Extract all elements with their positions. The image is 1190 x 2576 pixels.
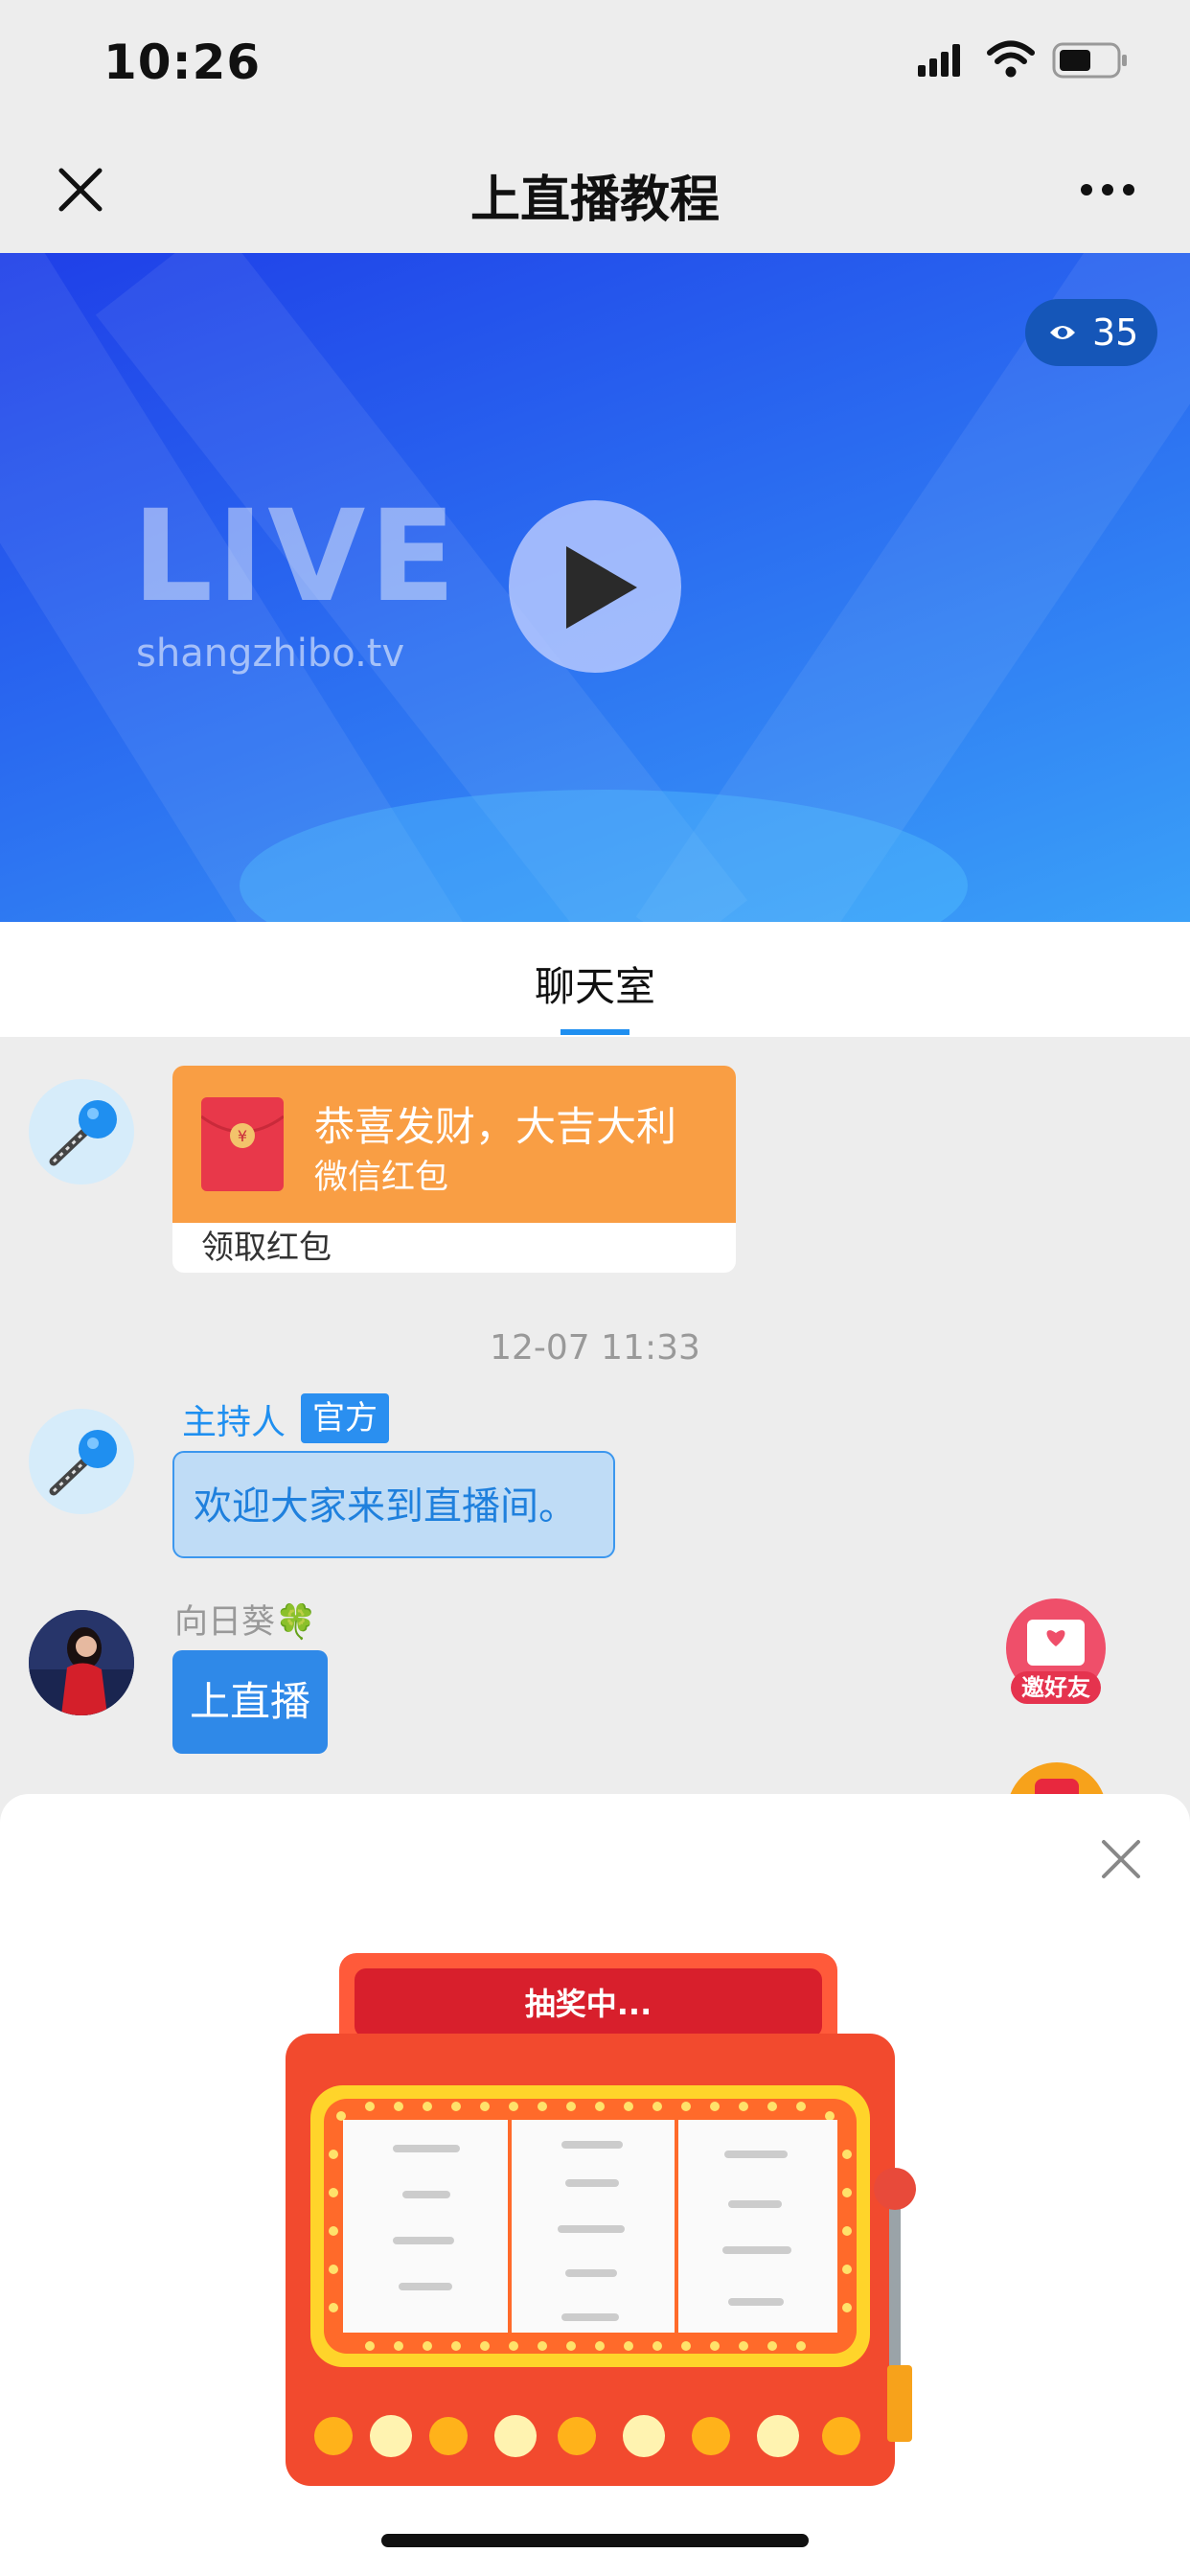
message-bubble: 上直播: [172, 1650, 328, 1754]
tab-chat-room[interactable]: 聊天室: [0, 954, 1190, 1013]
red-packet-message[interactable]: ¥ 恭喜发财，大吉大利 微信红包 领取红包: [172, 1066, 736, 1273]
official-badge: 官方: [301, 1393, 389, 1443]
page-title: 上直播教程: [469, 172, 720, 229]
invite-envelope-icon: 邀好友: [1006, 1598, 1106, 1704]
invite-friends-button[interactable]: 邀好友: [1003, 1598, 1109, 1706]
live-logo-url: shangzhibo.tv: [136, 632, 405, 676]
claim-red-packet-link[interactable]: 领取红包: [201, 1223, 332, 1273]
home-indicator: [381, 2534, 809, 2547]
play-button[interactable]: [509, 500, 681, 673]
slot-machine: 抽奖中...: [286, 1953, 916, 2486]
eye-icon: [1050, 326, 1075, 339]
lottery-panel: 抽奖中...: [0, 1794, 1190, 2576]
sender-name: 向日葵🍀: [174, 1603, 317, 1642]
live-logo-text: LIVE: [132, 483, 460, 631]
avatar[interactable]: [29, 1079, 134, 1184]
user-photo-avatar: [29, 1610, 134, 1715]
close-icon[interactable]: [1100, 1838, 1142, 1880]
tab-active-indicator: [561, 1029, 629, 1035]
more-icon[interactable]: [1079, 182, 1136, 197]
avatar[interactable]: [29, 1409, 134, 1514]
viewer-count: 35: [1092, 311, 1139, 354]
microphone-icon: [49, 1430, 117, 1496]
play-icon: [566, 546, 637, 629]
sender-name: 主持人: [182, 1403, 286, 1442]
signal-icon: [918, 44, 960, 77]
status-bar: 10:26: [0, 0, 1190, 128]
red-packet-title: 恭喜发财，大吉大利: [314, 1103, 677, 1150]
tab-bar: 聊天室: [0, 922, 1190, 1037]
svg-text:¥: ¥: [238, 1127, 247, 1145]
video-player[interactable]: 35 LIVE shangzhibo.tv: [0, 253, 1190, 922]
chat-timestamp: 12-07 11:33: [490, 1328, 700, 1368]
avatar[interactable]: [29, 1610, 134, 1715]
nav-bar: 上直播教程: [0, 128, 1190, 253]
battery-icon: [1052, 42, 1127, 79]
viewer-count-badge: 35: [1025, 299, 1157, 366]
message-bubble: 欢迎大家来到直播间。: [172, 1451, 615, 1558]
microphone-icon: [49, 1100, 117, 1166]
red-envelope-icon: ¥: [200, 1097, 285, 1191]
wifi-icon: [987, 40, 1035, 78]
invite-label: 邀好友: [1021, 1674, 1090, 1701]
lottery-status: 抽奖中...: [525, 1986, 652, 2022]
status-time: 10:26: [103, 34, 262, 90]
red-packet-subtitle: 微信红包: [314, 1159, 449, 1197]
